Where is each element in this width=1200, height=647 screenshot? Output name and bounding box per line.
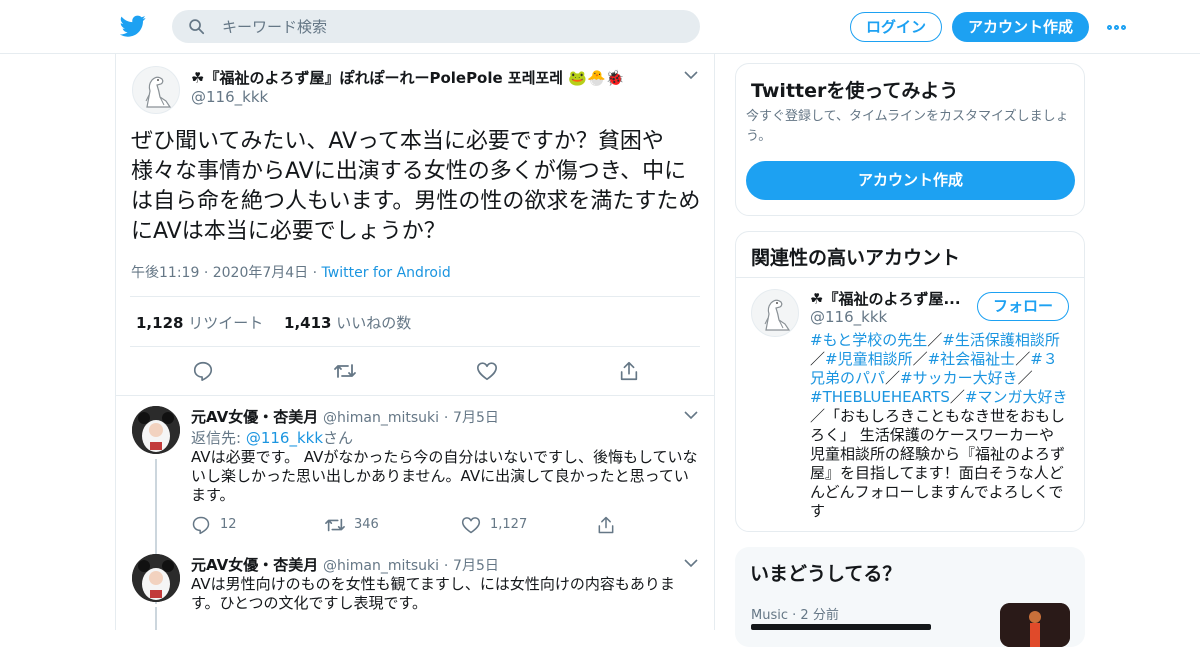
chevron-down-icon[interactable] — [684, 71, 698, 80]
thread-line — [155, 607, 157, 630]
related-account-bio: #もと学校の先生／#生活保護相談所／#児童相談所／#社会福祉士／#３兄弟のパパ／… — [810, 331, 1068, 521]
main-column: ☘『福祉のよろず屋』ぽれぽーれーPolePole 포레포레 🐸🐣🐞 @116_k… — [115, 54, 715, 630]
tweet-meta: 午後11:19 · 2020年7月4日 · Twitter for Androi… — [131, 265, 451, 281]
panda-costume-avatar-icon — [132, 406, 180, 454]
reply-avatar[interactable] — [132, 406, 180, 454]
dinosaur-avatar-icon — [764, 299, 791, 331]
reply-text: AVは必要です。 AVがなかったら今の自分はいないですし、後悔もしていないし楽し… — [191, 448, 698, 504]
related-card-title: 関連性の高いアカウント — [751, 247, 961, 269]
author-emojis: 🐸🐣🐞 — [568, 69, 625, 87]
reply-to-line: 返信先: @116_kkkさん — [191, 429, 354, 447]
signup-card-button[interactable]: アカウント作成 — [746, 161, 1075, 200]
reply-author-handle[interactable]: @himan_mitsuki — [323, 410, 439, 426]
retweet-icon[interactable] — [324, 515, 346, 535]
reply-header: 元AV女優・杏美月 @himan_mitsuki · 7月5日 — [191, 556, 499, 574]
hashtag-link[interactable]: #児童相談所 — [825, 350, 913, 368]
reply-text: AVは男性向けのものを女性も観てますし、には女性向けの内容もあります。ひとつの文… — [191, 575, 675, 612]
reply-date[interactable]: 7月5日 — [453, 558, 499, 574]
tweet-text: ぜひ聞いてみたい、AVって本当に必要ですか？貧困や様々な事情からAVに出演する女… — [131, 129, 701, 244]
signup-card-subtitle: 今すぐ登録して、タイムラインをカスタマイズしましょう。 — [746, 109, 1069, 144]
reply-avatar[interactable] — [132, 554, 180, 602]
bio-text: ／ — [885, 369, 901, 387]
like-count: 1,127 — [490, 517, 528, 532]
hashtag-link[interactable]: #マンガ大好き — [965, 388, 1068, 406]
reply-icon[interactable] — [192, 360, 214, 382]
related-account-name[interactable]: ☘『福祉のよろず屋... — [810, 288, 961, 309]
signup-card: Twitterを使ってみよう 今すぐ登録して、タイムラインをカスタマイズしましょ… — [735, 63, 1085, 216]
divider — [130, 346, 700, 347]
divider — [736, 277, 1084, 278]
reply-author-name[interactable]: 元AV女優・杏美月 — [191, 556, 318, 574]
reply-author-handle[interactable]: @himan_mitsuki — [323, 558, 439, 574]
hashtag-link[interactable]: #もと学校の先生 — [810, 331, 927, 349]
chevron-down-icon[interactable] — [684, 411, 698, 420]
author-handle[interactable]: @116_kkk — [191, 88, 268, 106]
hashtag-link[interactable]: #サッカー大好き — [900, 369, 1018, 387]
trends-card: いまどうしてる？ Music · 2 分前 — [735, 547, 1085, 647]
reply-date[interactable]: 7月5日 — [453, 410, 499, 426]
reply-header: 元AV女優・杏美月 @himan_mitsuki · 7月5日 — [191, 408, 499, 426]
dinosaur-avatar-icon — [145, 76, 172, 108]
tweet-time[interactable]: 午後11:19 — [131, 265, 199, 281]
tweet-stats: 1,128 リツイート 1,413 いいねの数 — [136, 312, 411, 333]
like-icon[interactable] — [461, 515, 481, 535]
signup-button[interactable]: アカウント作成 — [952, 12, 1089, 42]
hashtag-link[interactable]: #社会福祉士 — [928, 350, 1016, 368]
search-icon — [189, 19, 205, 35]
bio-text: ／ — [927, 331, 943, 349]
reply-author-name[interactable]: 元AV女優・杏美月 — [191, 408, 318, 426]
bio-text: ／ — [810, 350, 826, 368]
related-account-handle[interactable]: @116_kkk — [810, 308, 887, 326]
twitter-logo-icon[interactable] — [120, 13, 146, 39]
share-icon[interactable] — [596, 515, 616, 535]
search-box[interactable] — [172, 10, 700, 43]
concert-photo-icon — [1000, 603, 1070, 647]
trends-card-title: いまどうしてる？ — [750, 563, 902, 585]
hashtag-link[interactable]: #THEBLUEHEARTS — [810, 388, 950, 406]
reply-count: 12 — [220, 517, 237, 532]
related-account-avatar[interactable] — [751, 289, 799, 337]
top-bar: ログイン アカウント作成 — [0, 0, 1200, 54]
chevron-down-icon[interactable] — [684, 559, 698, 568]
share-icon[interactable] — [618, 360, 640, 382]
reply-to-handle[interactable]: @116_kkk — [246, 429, 323, 447]
panda-costume-avatar-icon — [132, 554, 180, 602]
more-options-icon[interactable] — [1107, 17, 1131, 35]
reply-icon[interactable] — [191, 515, 211, 535]
retweets-stat[interactable]: 1,128 リツイート — [136, 314, 263, 332]
author-avatar[interactable] — [132, 66, 180, 114]
follow-button[interactable]: フォロー — [977, 292, 1069, 321]
bio-text: ／ — [912, 350, 928, 368]
login-button[interactable]: ログイン — [850, 12, 942, 42]
divider — [130, 296, 700, 297]
trend-headline[interactable] — [751, 624, 931, 630]
related-accounts-card: 関連性の高いアカウント ☘『福祉のよろず屋... @116_kkk フォロー #… — [735, 231, 1085, 532]
retweet-icon[interactable] — [333, 360, 357, 382]
divider — [116, 395, 714, 396]
bio-text: ／「おもしろきこともなき世をおもしろく」 生活保護のケースワーカーや児童相談所の… — [810, 407, 1066, 520]
like-icon[interactable] — [476, 360, 498, 382]
bio-text: ／ — [949, 388, 965, 406]
retweet-count: 346 — [354, 517, 379, 532]
signup-card-title: Twitterを使ってみよう — [751, 80, 959, 102]
tweet-source[interactable]: Twitter for Android — [322, 265, 451, 281]
trend-meta: Music · 2 分前 — [751, 608, 839, 623]
search-input[interactable] — [222, 10, 682, 43]
bio-text: ／ — [1017, 369, 1033, 387]
bio-text: ／ — [1015, 350, 1031, 368]
hashtag-link[interactable]: #生活保護相談所 — [942, 331, 1060, 349]
likes-stat[interactable]: 1,413 いいねの数 — [284, 314, 411, 332]
trend-thumbnail[interactable] — [1000, 603, 1070, 647]
author-name[interactable]: ☘『福祉のよろず屋』ぽれぽーれーPolePole 포레포레 🐸🐣🐞 — [191, 67, 624, 88]
tweet-date[interactable]: 2020年7月4日 — [213, 265, 308, 281]
